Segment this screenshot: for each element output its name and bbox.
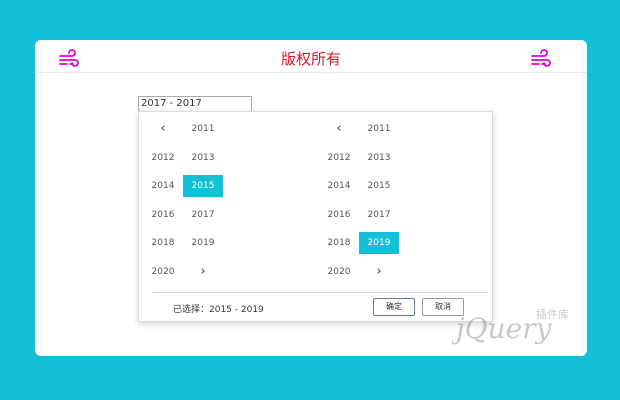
year-cell[interactable]: 2016 — [143, 204, 183, 226]
year-cell[interactable]: 2014 — [143, 175, 183, 197]
year-cell[interactable]: 2012 — [143, 147, 183, 169]
jquery-watermark-logo: jQuery 插件库 — [452, 307, 569, 345]
right-year-panel: ‹ 2011 2012 2013 2014 2015 2016 2017 201… — [319, 118, 409, 294]
year-cell[interactable]: 2013 — [183, 147, 223, 169]
confirm-button[interactable]: 确定 — [373, 298, 415, 316]
year-cell[interactable]: 2011 — [359, 118, 399, 140]
year-cell[interactable]: 2018 — [143, 232, 183, 254]
year-cell[interactable]: 2015 — [359, 175, 399, 197]
page-title: 版权所有 — [280, 50, 341, 68]
year-cell[interactable]: 2014 — [319, 175, 359, 197]
year-cell[interactable]: 2019 — [183, 232, 223, 254]
year-cell[interactable]: 2012 — [319, 147, 359, 169]
year-range-picker: ‹ 2011 2012 2013 2014 2015 2016 2017 201… — [138, 111, 493, 322]
selection-summary: 已选择：2015 - 2019 — [173, 305, 264, 315]
chevron-left-icon[interactable]: ‹ — [319, 118, 359, 140]
header-bar: 版权所有 — [35, 40, 587, 73]
year-cell[interactable]: 2013 — [359, 147, 399, 169]
year-cell[interactable]: 2011 — [183, 118, 223, 140]
picker-footer-divider — [153, 292, 488, 293]
left-year-panel: ‹ 2011 2012 2013 2014 2015 2016 2017 201… — [143, 118, 233, 294]
year-cell[interactable]: 2016 — [319, 204, 359, 226]
year-range-input[interactable]: 2017 - 2017 — [138, 96, 252, 112]
year-cell-selected[interactable]: 2015 — [183, 175, 223, 197]
chevron-left-icon[interactable]: ‹ — [143, 118, 183, 140]
svg-text:插件库: 插件库 — [536, 307, 569, 321]
year-cell[interactable]: 2020 — [319, 261, 359, 283]
year-cell[interactable]: 2018 — [319, 232, 359, 254]
year-cell[interactable]: 2020 — [143, 261, 183, 283]
year-cell[interactable]: 2017 — [183, 204, 223, 226]
wind-icon — [531, 49, 551, 67]
year-cell-selected[interactable]: 2019 — [359, 232, 399, 254]
year-cell[interactable]: 2017 — [359, 204, 399, 226]
chevron-right-icon[interactable]: › — [183, 261, 223, 283]
chevron-right-icon[interactable]: › — [359, 261, 399, 283]
